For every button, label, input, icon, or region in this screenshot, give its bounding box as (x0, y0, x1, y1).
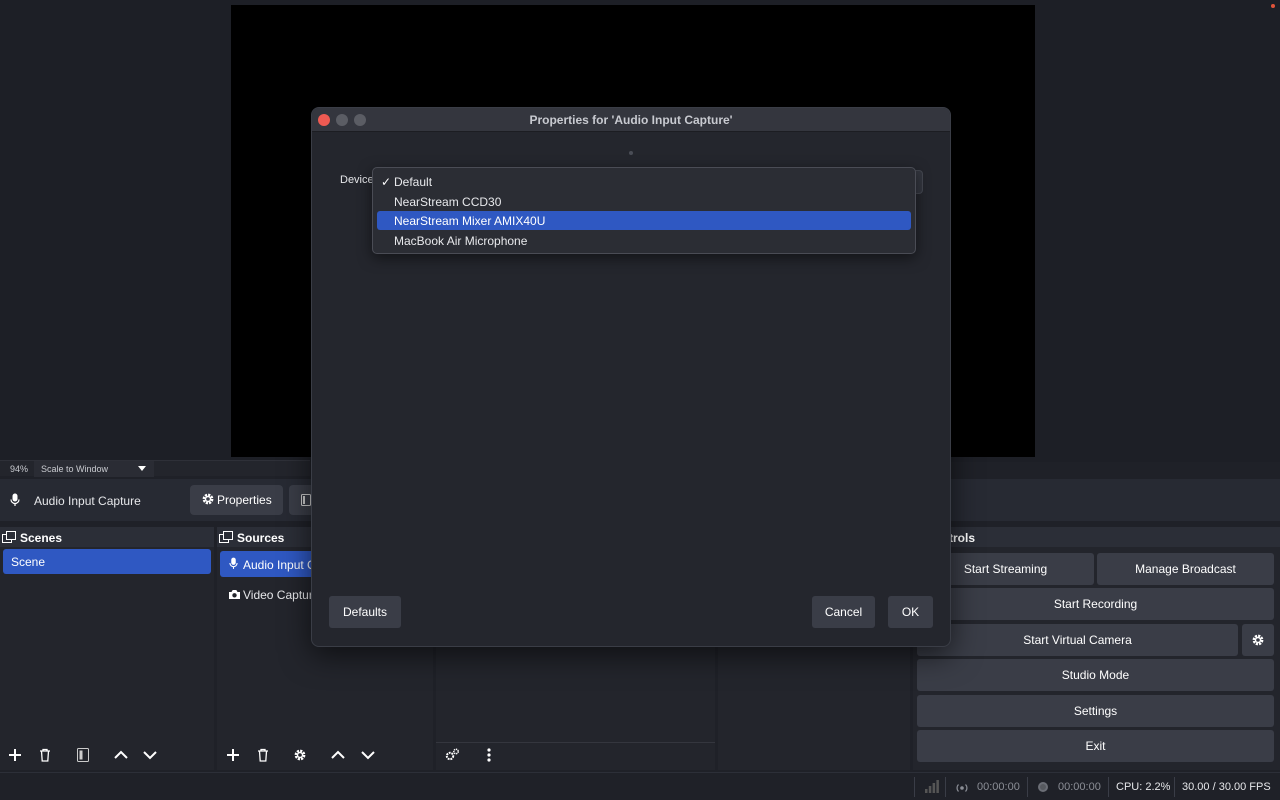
fps-readout: 30.00 / 30.00 FPS (1182, 781, 1271, 793)
manage-broadcast-button[interactable]: Manage Broadcast (1097, 553, 1274, 585)
status-bar: 00:00:00 00:00:00 CPU: 2.2% 30.00 / 30.0… (0, 772, 1280, 800)
dock-divider (436, 742, 715, 743)
scene-name: Scene (11, 555, 46, 569)
start-recording-button[interactable]: Start Recording (917, 588, 1274, 620)
controls-dock: trols Start Streaming Manage Broadcast S… (913, 527, 1280, 770)
status-divider (914, 777, 915, 797)
trash-icon (258, 748, 268, 762)
dock-window-icon (219, 531, 233, 546)
chevron-up-icon (331, 750, 345, 759)
move-source-down-button[interactable] (357, 744, 379, 766)
status-divider (1174, 777, 1175, 797)
cancel-button[interactable]: Cancel (812, 596, 875, 628)
dialog-titlebar[interactable]: Properties for 'Audio Input Capture' (312, 108, 950, 132)
mixer-advanced-button[interactable] (441, 744, 463, 766)
move-scene-down-button[interactable] (139, 744, 161, 766)
trash-icon (40, 748, 50, 762)
device-dropdown-menu: ✓ Default NearStream CCD30 NearStream Mi… (372, 167, 916, 254)
sources-title: Sources (237, 531, 285, 545)
status-divider (945, 777, 946, 797)
gears-icon (445, 748, 459, 761)
gear-icon (294, 749, 306, 761)
more-vertical-icon (487, 748, 491, 762)
dropdown-option-highlighted[interactable]: NearStream Mixer AMIX40U (377, 211, 911, 230)
audio-mixer-dock (436, 640, 715, 770)
zoom-mode-label: Scale to Window (41, 464, 109, 474)
scene-filters-button[interactable] (72, 744, 94, 766)
checkmark-icon: ✓ (381, 175, 392, 189)
filter-icon (301, 494, 311, 506)
option-label: NearStream Mixer AMIX40U (394, 214, 546, 228)
scene-transitions-dock (718, 640, 910, 770)
plus-icon (227, 749, 239, 761)
chevron-down-icon (361, 751, 375, 760)
add-scene-button[interactable] (4, 744, 26, 766)
status-divider (1027, 777, 1028, 797)
streaming-indicator-icon (956, 782, 968, 796)
microphone-icon (10, 493, 20, 510)
camera-icon (228, 589, 241, 603)
network-signal-icon (925, 780, 939, 796)
gear-icon (201, 492, 215, 509)
dialog-title: Properties for 'Audio Input Capture' (529, 113, 733, 127)
controls-dock-header: trols (913, 527, 1280, 547)
stream-time: 00:00:00 (977, 781, 1020, 793)
dock-window-icon (2, 531, 16, 546)
filters-button[interactable] (289, 485, 313, 515)
controls-title: trols (949, 531, 976, 545)
list-item[interactable]: Scene (3, 549, 211, 574)
move-source-up-button[interactable] (327, 744, 349, 766)
properties-button[interactable]: Properties (190, 485, 283, 515)
zoom-mode-select[interactable]: Scale to Window (34, 461, 154, 477)
settings-button[interactable]: Settings (917, 695, 1274, 727)
add-source-button[interactable] (222, 744, 244, 766)
device-label: Device (340, 174, 374, 186)
notification-dot (1271, 4, 1275, 8)
studio-mode-button[interactable]: Studio Mode (917, 659, 1274, 691)
selected-source-name: Audio Input Capture (34, 494, 141, 508)
properties-label: Properties (217, 493, 272, 507)
filter-icon (77, 748, 89, 762)
scenes-dock-header: Scenes (0, 527, 214, 547)
remove-scene-button[interactable] (34, 744, 56, 766)
source-name: Video Capture (243, 588, 320, 602)
source-name: Audio Input C (243, 558, 316, 572)
scenes-dock: Scenes Scene (0, 527, 214, 770)
chevron-down-icon (138, 466, 146, 471)
remove-source-button[interactable] (252, 744, 274, 766)
plus-icon (9, 749, 21, 761)
gear-icon (1252, 634, 1264, 646)
chevron-up-icon (114, 750, 128, 759)
scenes-title: Scenes (20, 531, 63, 545)
splitter-handle[interactable] (629, 151, 633, 155)
microphone-icon (229, 557, 238, 573)
option-label: MacBook Air Microphone (394, 234, 528, 248)
dropdown-option-default[interactable]: ✓ Default (377, 172, 911, 191)
virtual-camera-settings-button[interactable] (1242, 624, 1274, 656)
status-divider (1108, 777, 1109, 797)
option-label: Default (394, 175, 433, 189)
dropdown-option[interactable]: NearStream CCD30 (377, 192, 911, 211)
preview-zoom-bar: 94% Scale to Window (0, 460, 310, 477)
start-virtual-camera-button[interactable]: Start Virtual Camera (917, 624, 1238, 656)
defaults-button[interactable]: Defaults (329, 596, 401, 628)
record-time: 00:00:00 (1058, 781, 1101, 793)
move-scene-up-button[interactable] (110, 744, 132, 766)
cpu-usage: CPU: 2.2% (1116, 781, 1171, 793)
source-properties-button[interactable] (289, 744, 311, 766)
chevron-down-icon (143, 751, 157, 760)
option-label: NearStream CCD30 (394, 195, 502, 209)
exit-button[interactable]: Exit (917, 730, 1274, 762)
dropdown-option[interactable]: MacBook Air Microphone (377, 231, 911, 250)
zoom-percent: 94% (10, 464, 29, 474)
mixer-menu-button[interactable] (478, 744, 500, 766)
ok-button[interactable]: OK (888, 596, 933, 628)
recording-indicator-icon (1037, 781, 1049, 796)
